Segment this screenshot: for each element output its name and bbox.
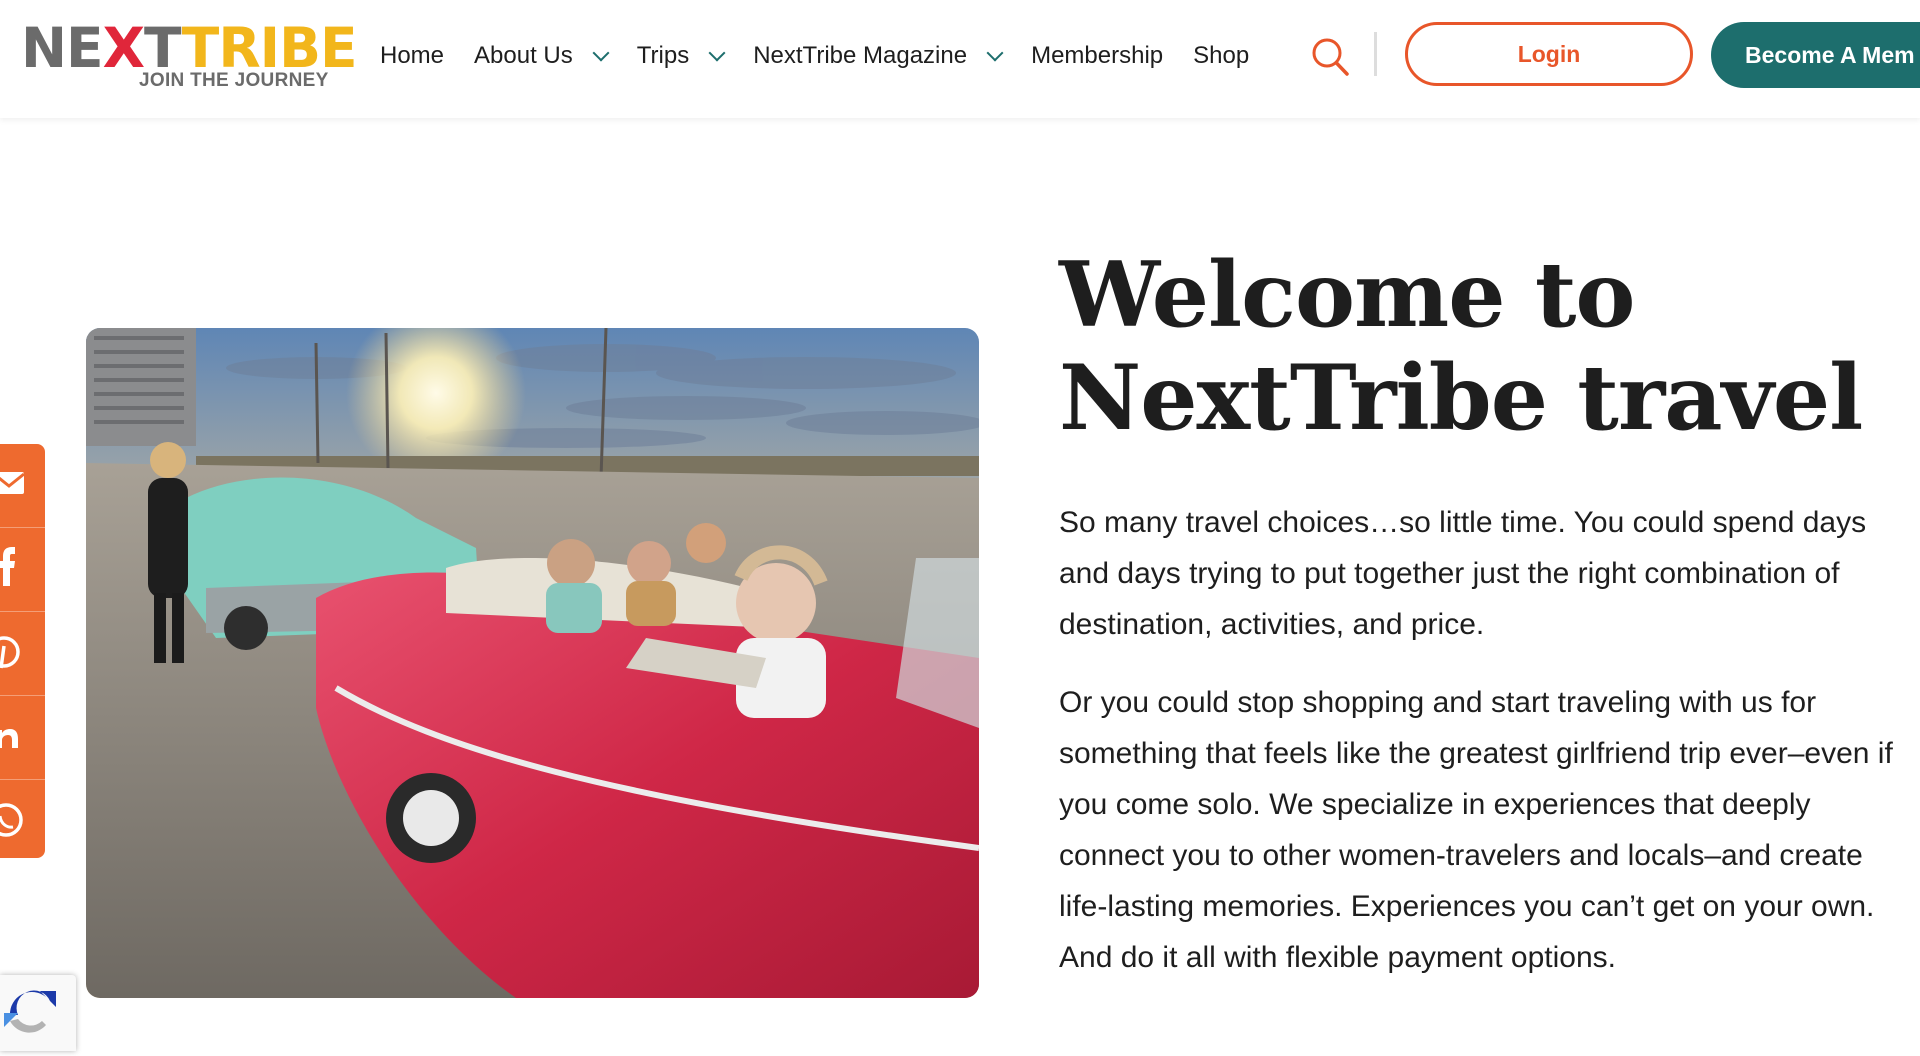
- header-divider: [1374, 32, 1377, 76]
- nav-item-magazine[interactable]: NextTribe Magazine: [753, 42, 1004, 70]
- logo-ne: NE: [21, 16, 104, 80]
- nexttribe-logo[interactable]: NEXTTRIBE JOIN THE JOURNEY: [21, 18, 358, 94]
- logo-x: X: [102, 16, 145, 80]
- share-email-button[interactable]: [0, 444, 45, 528]
- intro-paragraph-2: Or you could stop shopping and start tra…: [1059, 686, 1893, 974]
- nav-label: NextTribe Magazine: [753, 42, 968, 69]
- nav-item-home[interactable]: Home: [380, 42, 444, 70]
- main-nav: Home About Us Trips NextTribe Magazine M…: [380, 36, 1279, 76]
- nav-item-shop[interactable]: Shop: [1193, 42, 1249, 70]
- nav-label: Trips: [636, 42, 690, 69]
- pinterest-icon: [0, 636, 20, 669]
- become-member-button[interactable]: Become A Mem: [1711, 22, 1920, 88]
- logo-wordmark: NEXTTRIBE: [21, 16, 358, 80]
- search-icon[interactable]: [1310, 36, 1350, 78]
- nav-item-trips[interactable]: Trips: [636, 42, 726, 70]
- page-title: Welcome to NextTribe travel: [1059, 242, 1863, 451]
- nav-label: Shop: [1193, 42, 1250, 69]
- email-icon: [0, 472, 25, 494]
- hero-photo-women-in-convertible: [86, 328, 979, 998]
- logo-tagline: JOIN THE JOURNEY: [139, 70, 329, 91]
- chevron-down-icon[interactable]: [986, 44, 1004, 62]
- recaptcha-icon: [4, 990, 56, 1033]
- nav-item-about-us[interactable]: About Us: [474, 42, 610, 70]
- recaptcha-badge[interactable]: [0, 975, 76, 1051]
- share-linkedin-button[interactable]: [0, 696, 45, 780]
- share-pinterest-button[interactable]: [0, 612, 45, 696]
- share-whatsapp-button[interactable]: [0, 780, 45, 858]
- linkedin-icon: [0, 729, 18, 748]
- whatsapp-icon: [0, 803, 23, 837]
- nav-item-membership[interactable]: Membership: [1031, 42, 1163, 70]
- facebook-icon: [0, 547, 15, 586]
- share-facebook-button[interactable]: [0, 528, 45, 612]
- chevron-down-icon[interactable]: [708, 44, 726, 62]
- site-header: NEXTTRIBE JOIN THE JOURNEY Home About Us…: [0, 0, 1920, 118]
- login-button[interactable]: Login: [1405, 22, 1693, 86]
- chevron-down-icon[interactable]: [592, 44, 610, 62]
- nav-label: Membership: [1031, 42, 1164, 69]
- nav-label: Home: [380, 42, 445, 69]
- nav-label: About Us: [474, 42, 573, 69]
- intro-paragraph-1: So many travel choices…so little time. Y…: [1059, 506, 1867, 641]
- social-share-bar: [0, 444, 45, 858]
